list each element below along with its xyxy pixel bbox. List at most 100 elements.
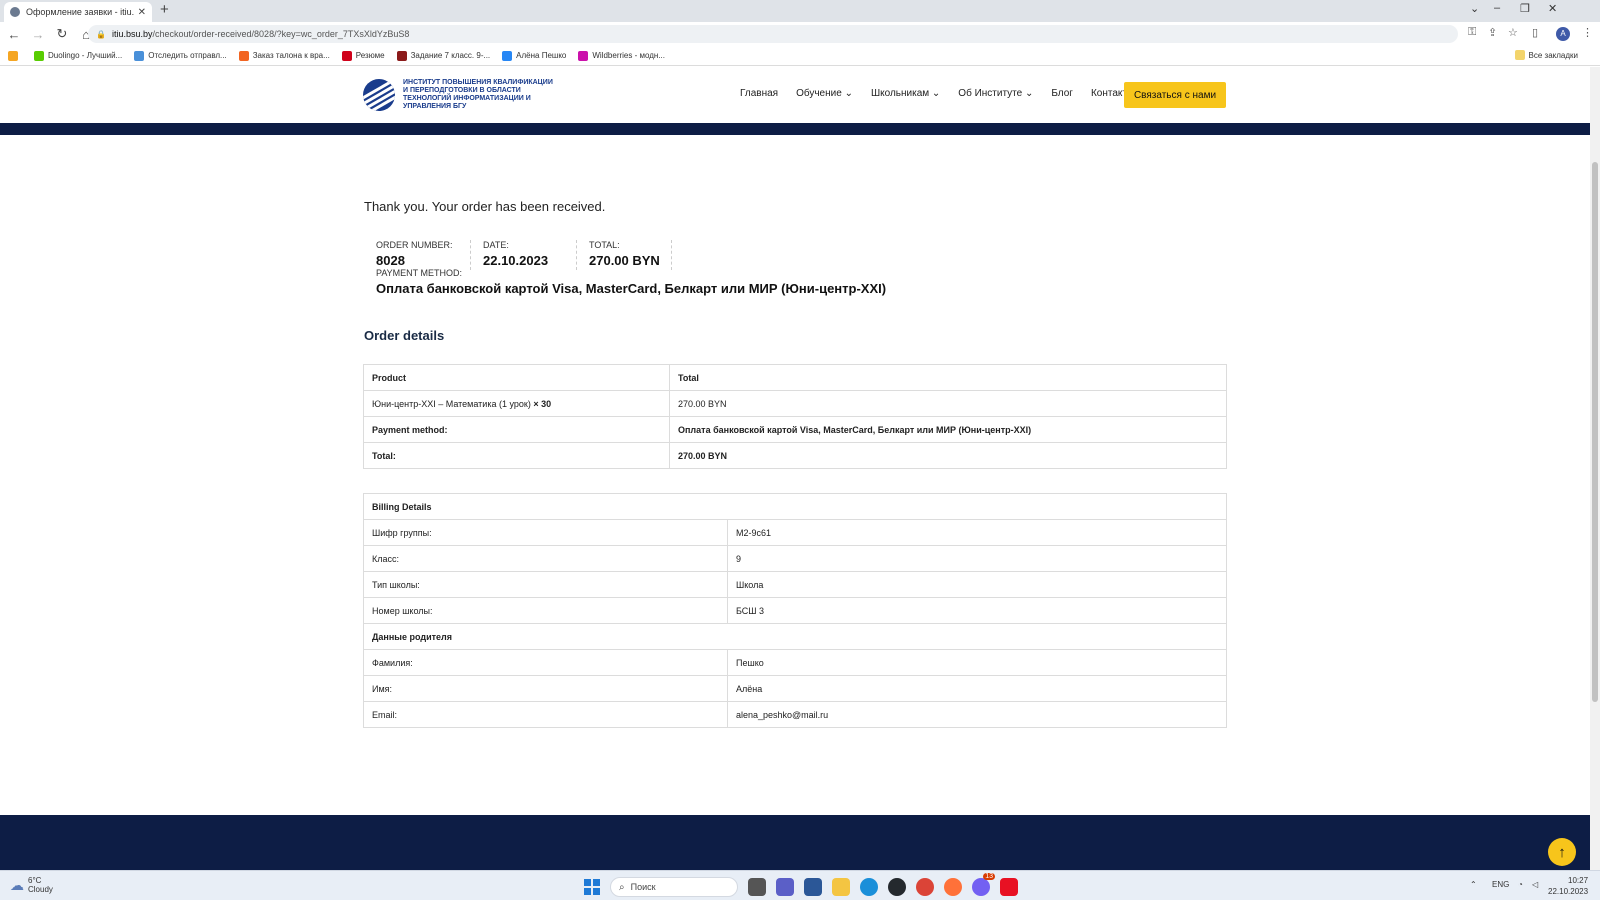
order-details-table: Product Total Юни-центр-XXI – Математика… bbox=[363, 364, 1227, 469]
nav-about[interactable]: Об Институте ⌄ bbox=[958, 88, 1033, 99]
bookmark-item[interactable]: Отследить отправл... bbox=[134, 50, 227, 61]
language-indicator[interactable]: ENG bbox=[1492, 880, 1509, 889]
bookmark-item[interactable]: Duolingo - Лучший... bbox=[34, 50, 122, 61]
weather-condition: Cloudy bbox=[28, 885, 53, 894]
site-logo[interactable]: Институт повышения квалификации и перепо… bbox=[363, 79, 553, 111]
lock-icon[interactable]: 🔒 bbox=[96, 30, 106, 39]
billing-details-table: Billing Details Шифр группы: M2-9c61 Кла… bbox=[363, 493, 1227, 728]
store-icon[interactable] bbox=[804, 878, 822, 896]
order-received-message: Thank you. Your order has been received. bbox=[364, 199, 606, 214]
nav-blog[interactable]: Блог bbox=[1051, 88, 1073, 99]
site-footer bbox=[0, 815, 1590, 870]
billing-value: Алёна bbox=[727, 675, 1227, 702]
all-bookmarks-label: Все закладки bbox=[1528, 50, 1578, 60]
bookmark-item[interactable]: Резюме bbox=[341, 50, 385, 61]
taskbar-search-label: Поиск bbox=[630, 882, 656, 892]
chat-icon[interactable] bbox=[776, 878, 794, 896]
billing-label: Шифр группы: bbox=[363, 519, 728, 546]
bookmark-icon bbox=[341, 50, 352, 61]
restore-icon[interactable]: ❐ bbox=[1520, 2, 1530, 15]
weather-widget[interactable]: ☁ 6°C Cloudy bbox=[10, 876, 53, 894]
file-explorer-icon[interactable] bbox=[832, 878, 850, 896]
firefox-icon[interactable] bbox=[944, 878, 962, 896]
billing-value: alena_peshko@mail.ru bbox=[727, 701, 1227, 728]
product-link[interactable]: Юни-центр-XXI – Математика (1 урок) bbox=[372, 399, 531, 409]
close-tab-icon[interactable]: ✕ bbox=[138, 7, 146, 18]
reload-icon[interactable]: ↻ bbox=[52, 26, 72, 42]
side-panel-icon[interactable]: ▯ bbox=[1532, 26, 1538, 39]
back-icon[interactable]: ← bbox=[4, 27, 24, 42]
product-total-cell: 270.00 BYN bbox=[669, 390, 1227, 417]
viber-icon[interactable]: 13 bbox=[972, 873, 995, 896]
chrome-icon[interactable] bbox=[916, 878, 934, 896]
forward-icon[interactable]: → bbox=[28, 27, 48, 42]
profile-avatar[interactable]: A bbox=[1556, 27, 1570, 41]
table-row: Payment method: Оплата банковской картой… bbox=[363, 416, 1227, 443]
minimize-icon[interactable]: – bbox=[1494, 2, 1500, 14]
order-total-label: TOTAL: bbox=[589, 240, 620, 250]
arrow-up-icon: ↑ bbox=[1558, 843, 1566, 861]
page-scrollbar[interactable] bbox=[1590, 67, 1600, 870]
logo-text: Институт повышения квалификации и перепо… bbox=[403, 79, 553, 110]
column-header-product: Product bbox=[363, 364, 670, 391]
header-navy-bar bbox=[0, 123, 1590, 135]
billing-label: Тип школы: bbox=[363, 571, 728, 598]
order-date-block: DATE: 22.10.2023 bbox=[471, 240, 577, 270]
github-icon[interactable] bbox=[888, 878, 906, 896]
wifi-icon[interactable]: ◔ bbox=[1518, 880, 1523, 889]
browser-menu-icon[interactable]: ⋮ bbox=[1582, 26, 1593, 39]
scroll-to-top-button[interactable]: ↑ bbox=[1548, 838, 1576, 866]
order-total-value: 270.00 BYN bbox=[589, 253, 660, 268]
contact-us-button[interactable]: Связаться с нами bbox=[1124, 82, 1226, 108]
notification-badge: 13 bbox=[983, 873, 995, 880]
edge-icon[interactable] bbox=[860, 878, 878, 896]
product-quantity: × 30 bbox=[533, 398, 552, 409]
bookmark-item[interactable]: Wildberries - модн... bbox=[578, 50, 666, 61]
nav-home[interactable]: Главная bbox=[740, 88, 778, 99]
order-date-label: DATE: bbox=[483, 240, 509, 250]
task-view-icon[interactable] bbox=[748, 878, 766, 896]
payment-method-label: PAYMENT METHOD: bbox=[376, 268, 463, 278]
weather-temp: 6°C bbox=[28, 876, 42, 885]
bookmark-label: Алёна Пешко bbox=[516, 51, 567, 60]
bookmark-item[interactable]: Алёна Пешко bbox=[502, 50, 567, 61]
chevron-up-icon[interactable]: ⌃ bbox=[1470, 880, 1477, 889]
cloud-icon: ☁ bbox=[10, 876, 24, 893]
snipping-tool-icon[interactable] bbox=[1000, 878, 1018, 896]
password-key-icon[interactable]: ⚿ bbox=[1468, 26, 1476, 39]
address-bar[interactable]: 🔒 itiu.bsu.by /checkout/order-received/8… bbox=[88, 25, 1458, 43]
share-icon[interactable]: ⇪ bbox=[1488, 26, 1497, 39]
volume-icon[interactable]: ◁ bbox=[1532, 880, 1538, 889]
all-bookmarks[interactable]: Все закладки bbox=[1514, 50, 1578, 60]
main-nav: Главная Обучение ⌄ Школьникам ⌄ Об Инсти… bbox=[740, 88, 1152, 99]
system-clock[interactable]: 10:27 22.10.2023 bbox=[1548, 875, 1588, 897]
bookmark-label: Резюме bbox=[355, 51, 385, 60]
bookmark-star-icon[interactable]: ☆ bbox=[1508, 26, 1518, 39]
scrollbar-thumb[interactable] bbox=[1592, 162, 1598, 702]
table-row: Шифр группы: M2-9c61 bbox=[363, 519, 1227, 546]
nav-education[interactable]: Обучение ⌄ bbox=[796, 88, 853, 99]
billing-label: Фамилия: bbox=[363, 649, 728, 676]
parents-heading: Данные родителя bbox=[363, 623, 1227, 650]
order-date-value: 22.10.2023 bbox=[483, 253, 549, 268]
bookmark-icon bbox=[396, 50, 407, 61]
order-number-value: 8028 bbox=[376, 253, 405, 268]
bookmark-item[interactable] bbox=[8, 50, 22, 61]
billing-label: Имя: bbox=[363, 675, 728, 702]
close-window-icon[interactable]: ✕ bbox=[1548, 2, 1557, 15]
bookmark-item[interactable]: Заказ талона к вра... bbox=[238, 50, 330, 61]
tab-search-icon[interactable]: ⌄ bbox=[1470, 2, 1479, 15]
table-row: Фамилия: Пешко bbox=[363, 649, 1227, 676]
site-header: Институт повышения квалификации и перепо… bbox=[0, 67, 1590, 123]
new-tab-button[interactable]: + bbox=[160, 1, 169, 18]
windows-start-icon[interactable] bbox=[584, 879, 600, 895]
bookmark-label: Wildberries - модн... bbox=[592, 51, 666, 60]
browser-tab-active[interactable]: Оформление заявки - itiu.bsu.by ✕ bbox=[4, 2, 152, 22]
billing-label: Класс: bbox=[363, 545, 728, 572]
nav-schoolchildren[interactable]: Школьникам ⌄ bbox=[871, 88, 940, 99]
table-row: Тип школы: Школа bbox=[363, 571, 1227, 598]
taskbar-search[interactable]: ⌕ Поиск bbox=[610, 877, 738, 897]
bookmark-item[interactable]: Задание 7 класс. 9-... bbox=[396, 50, 490, 61]
billing-value: M2-9c61 bbox=[727, 519, 1227, 546]
table-row: Имя: Алёна bbox=[363, 675, 1227, 702]
